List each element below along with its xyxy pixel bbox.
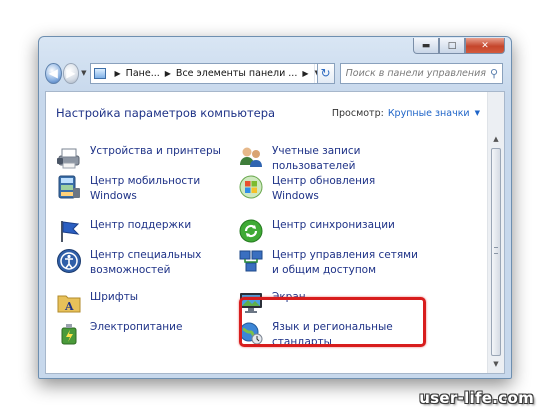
caption-buttons: ▬ □ ✕ bbox=[413, 38, 505, 54]
refresh-button[interactable]: ↻ bbox=[317, 62, 335, 84]
list-item[interactable]: Центр мобильности Windows bbox=[56, 174, 240, 204]
partial-item-icon bbox=[238, 128, 264, 134]
breadcrumb-control-panel[interactable]: Пане... bbox=[126, 68, 160, 79]
list-item[interactable]: Центр обновления Windows bbox=[238, 174, 422, 204]
network-center-icon bbox=[239, 250, 263, 272]
sync-center-icon bbox=[239, 219, 263, 243]
refresh-icon: ↻ bbox=[320, 66, 331, 80]
svg-text:A: A bbox=[64, 300, 74, 313]
item-label: Центр специальных возможностей bbox=[90, 249, 202, 276]
search-input[interactable]: Поиск в панели управления ⚲ bbox=[339, 62, 503, 84]
windows-update-icon bbox=[239, 175, 263, 199]
dropdown-arrow-icon[interactable]: ▼ bbox=[475, 109, 480, 117]
list-item[interactable]: Центр поддержки bbox=[56, 218, 240, 244]
scrollbar-thumb[interactable] bbox=[491, 148, 501, 356]
content-pane: Настройка параметров компьютера Просмотр… bbox=[45, 91, 505, 374]
list-item[interactable]: Центр синхронизации bbox=[238, 218, 422, 244]
partial-item-icon bbox=[56, 128, 82, 134]
item-label: Центр поддержки bbox=[90, 219, 192, 231]
item-label: Электропитание bbox=[90, 321, 183, 333]
watermark: user-life.com bbox=[419, 389, 534, 407]
list-item[interactable]: Центр управления сетями и общим доступом bbox=[238, 248, 422, 278]
scroll-up-icon[interactable]: ▲ bbox=[488, 132, 504, 146]
highlight-box bbox=[239, 297, 426, 347]
content-header: Настройка параметров компьютера Просмотр… bbox=[56, 104, 480, 122]
item-label: Центр синхронизации bbox=[272, 219, 395, 231]
search-icon[interactable]: ⚲ bbox=[486, 67, 502, 80]
accessibility-icon bbox=[57, 249, 81, 273]
back-arrow-icon: ◀ bbox=[48, 66, 58, 80]
navigation-bar: ◀ ▶ ▼ ▶ Пане... ▶ Все элементы панели ..… bbox=[45, 61, 503, 85]
list-item[interactable]: Электропитание bbox=[56, 320, 240, 346]
minimize-button[interactable]: ▬ bbox=[413, 38, 439, 54]
breadcrumb-all-items[interactable]: Все элементы панели ... bbox=[176, 68, 297, 79]
breadcrumb-separator-icon[interactable]: ▶ bbox=[165, 69, 171, 78]
back-button[interactable]: ◀ bbox=[45, 62, 62, 84]
mobility-center-icon bbox=[58, 175, 80, 199]
view-label: Просмотр: bbox=[331, 107, 384, 119]
item-label: Учетные записи пользователей bbox=[272, 145, 361, 172]
item-label: Центр управления сетями и общим доступом bbox=[272, 249, 418, 276]
printer-icon bbox=[57, 148, 80, 169]
forward-button[interactable]: ▶ bbox=[62, 62, 80, 84]
item-label bbox=[272, 128, 422, 130]
list-item[interactable] bbox=[238, 128, 422, 134]
list-item[interactable] bbox=[56, 128, 240, 134]
view-mode-dropdown[interactable]: Крупные значки bbox=[388, 108, 470, 119]
breadcrumb-separator-icon[interactable]: ▶ bbox=[115, 69, 121, 78]
recent-pages-dropdown[interactable]: ▼ bbox=[81, 69, 86, 77]
search-placeholder: Поиск в панели управления bbox=[345, 67, 486, 79]
user-accounts-icon bbox=[240, 147, 262, 167]
fonts-folder-icon: A bbox=[57, 295, 81, 313]
close-button[interactable]: ✕ bbox=[465, 38, 505, 54]
vertical-scrollbar[interactable]: ▲ ▼ bbox=[487, 92, 504, 373]
item-label: Шрифты bbox=[90, 291, 139, 303]
power-options-icon bbox=[61, 324, 77, 345]
list-item[interactable]: Устройства и принтеры bbox=[56, 144, 240, 170]
control-panel-items: Устройства и принтеры Учетные записи пол… bbox=[56, 128, 486, 378]
list-item[interactable]: Учетные записи пользователей bbox=[238, 144, 422, 174]
address-bar[interactable]: ▶ Пане... ▶ Все элементы панели ... ▶ ▼ bbox=[89, 62, 318, 84]
item-label: Центр обновления Windows bbox=[272, 175, 376, 202]
action-center-flag-icon bbox=[61, 221, 80, 242]
control-panel-icon bbox=[93, 67, 106, 79]
list-item[interactable]: A Шрифты bbox=[56, 290, 240, 316]
item-label: Центр мобильности Windows bbox=[90, 175, 201, 202]
scroll-down-icon[interactable]: ▼ bbox=[488, 357, 504, 371]
control-panel-window: ▬ □ ✕ ◀ ▶ ▼ ▶ Пане... ▶ Все элементы пан… bbox=[38, 36, 512, 379]
item-label: Устройства и принтеры bbox=[90, 145, 221, 157]
list-item[interactable]: Центр специальных возможностей bbox=[56, 248, 240, 278]
maximize-button[interactable]: □ bbox=[439, 38, 465, 54]
forward-arrow-icon: ▶ bbox=[66, 66, 76, 80]
item-label bbox=[90, 128, 240, 130]
breadcrumb-separator-icon[interactable]: ▶ bbox=[302, 69, 308, 78]
page-title: Настройка параметров компьютера bbox=[56, 106, 276, 120]
